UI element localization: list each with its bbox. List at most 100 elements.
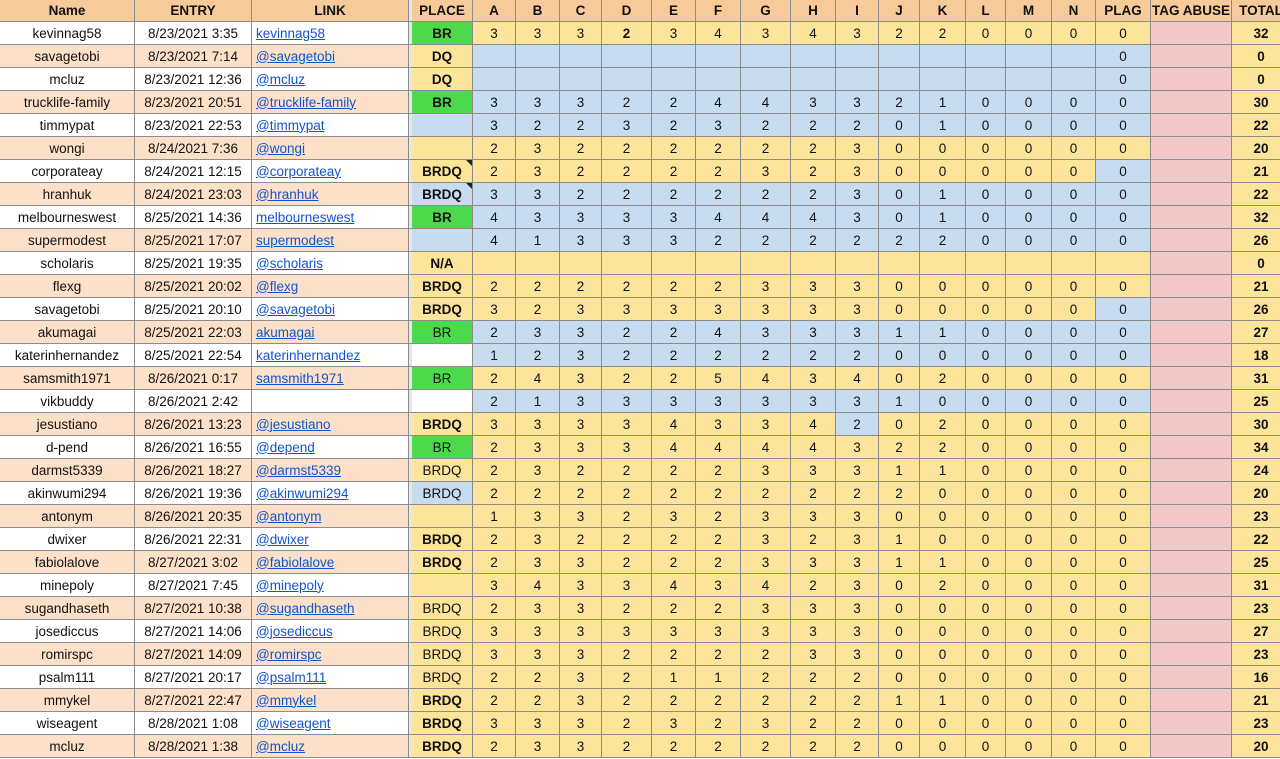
cell-score-g[interactable]: 3 bbox=[741, 321, 791, 344]
cell-tag-abuse[interactable] bbox=[1151, 275, 1232, 298]
cell-score-f[interactable]: 5 bbox=[696, 367, 741, 390]
header-plag[interactable]: PLAG bbox=[1096, 0, 1151, 22]
cell-score-c[interactable]: 3 bbox=[560, 390, 602, 413]
cell-score-f[interactable]: 3 bbox=[696, 413, 741, 436]
header-score-m[interactable]: M bbox=[1006, 0, 1052, 22]
cell-score-f[interactable]: 2 bbox=[696, 137, 741, 160]
cell-score-f[interactable]: 2 bbox=[696, 689, 741, 712]
cell-score-e[interactable]: 1 bbox=[652, 666, 696, 689]
cell-place[interactable]: BRDQ bbox=[412, 643, 473, 666]
cell-score-l[interactable]: 0 bbox=[966, 137, 1006, 160]
cell-score-a[interactable]: 2 bbox=[473, 689, 516, 712]
cell-link[interactable]: @mcluz bbox=[252, 735, 409, 758]
cell-link[interactable]: @savagetobi bbox=[252, 45, 409, 68]
cell-score-c[interactable]: 3 bbox=[560, 712, 602, 735]
cell-link[interactable]: @mmykel bbox=[252, 689, 409, 712]
cell-score-h[interactable]: 3 bbox=[791, 91, 836, 114]
cell-score-k[interactable]: 2 bbox=[920, 413, 966, 436]
cell-score-a[interactable]: 2 bbox=[473, 275, 516, 298]
cell-score-h[interactable]: 2 bbox=[791, 482, 836, 505]
cell-score-l[interactable]: 0 bbox=[966, 321, 1006, 344]
cell-score-b[interactable]: 2 bbox=[516, 275, 560, 298]
cell-total[interactable]: 25 bbox=[1232, 551, 1280, 574]
cell-score-m[interactable]: 0 bbox=[1006, 689, 1052, 712]
cell-score-l[interactable] bbox=[966, 68, 1006, 91]
cell-link[interactable]: katerinhernandez bbox=[252, 344, 409, 367]
cell-score-f[interactable]: 3 bbox=[696, 390, 741, 413]
cell-score-g[interactable]: 2 bbox=[741, 666, 791, 689]
cell-score-k[interactable]: 2 bbox=[920, 574, 966, 597]
cell-score-m[interactable]: 0 bbox=[1006, 666, 1052, 689]
profile-link[interactable]: @wongi bbox=[256, 141, 305, 156]
cell-score-h[interactable]: 3 bbox=[791, 597, 836, 620]
cell-score-g[interactable]: 2 bbox=[741, 229, 791, 252]
cell-score-b[interactable]: 3 bbox=[516, 459, 560, 482]
cell-score-l[interactable]: 0 bbox=[966, 22, 1006, 45]
cell-score-e[interactable]: 2 bbox=[652, 183, 696, 206]
cell-total[interactable]: 0 bbox=[1232, 68, 1280, 91]
cell-score-h[interactable]: 2 bbox=[791, 735, 836, 758]
profile-link[interactable]: samsmith1971 bbox=[256, 371, 344, 386]
cell-score-h[interactable]: 2 bbox=[791, 183, 836, 206]
cell-plag[interactable]: 0 bbox=[1096, 114, 1151, 137]
cell-score-f[interactable]: 1 bbox=[696, 666, 741, 689]
cell-entry[interactable]: 8/26/2021 18:27 bbox=[135, 459, 252, 482]
cell-score-b[interactable]: 2 bbox=[516, 666, 560, 689]
cell-plag[interactable]: 0 bbox=[1096, 574, 1151, 597]
cell-score-k[interactable]: 0 bbox=[920, 344, 966, 367]
profile-link[interactable]: @mcluz bbox=[256, 739, 305, 754]
cell-total[interactable]: 20 bbox=[1232, 735, 1280, 758]
cell-tag-abuse[interactable] bbox=[1151, 505, 1232, 528]
cell-score-e[interactable]: 2 bbox=[652, 114, 696, 137]
header-score-j[interactable]: J bbox=[879, 0, 920, 22]
cell-score-h[interactable]: 3 bbox=[791, 643, 836, 666]
cell-score-n[interactable]: 0 bbox=[1052, 91, 1096, 114]
cell-total[interactable]: 30 bbox=[1232, 413, 1280, 436]
cell-score-f[interactable]: 3 bbox=[696, 574, 741, 597]
cell-score-n[interactable]: 0 bbox=[1052, 413, 1096, 436]
cell-tag-abuse[interactable] bbox=[1151, 436, 1232, 459]
cell-score-m[interactable]: 0 bbox=[1006, 160, 1052, 183]
cell-score-g[interactable]: 3 bbox=[741, 298, 791, 321]
cell-plag[interactable]: 0 bbox=[1096, 321, 1151, 344]
cell-score-i[interactable]: 3 bbox=[836, 643, 879, 666]
profile-link[interactable]: @antonym bbox=[256, 509, 321, 524]
cell-score-g[interactable]: 3 bbox=[741, 620, 791, 643]
cell-score-l[interactable]: 0 bbox=[966, 183, 1006, 206]
cell-total[interactable]: 34 bbox=[1232, 436, 1280, 459]
cell-score-g[interactable]: 2 bbox=[741, 137, 791, 160]
cell-score-l[interactable]: 0 bbox=[966, 551, 1006, 574]
cell-score-m[interactable]: 0 bbox=[1006, 551, 1052, 574]
cell-plag[interactable]: 0 bbox=[1096, 45, 1151, 68]
cell-score-c[interactable]: 3 bbox=[560, 735, 602, 758]
cell-score-n[interactable] bbox=[1052, 45, 1096, 68]
cell-place[interactable] bbox=[412, 390, 473, 413]
cell-score-a[interactable]: 3 bbox=[473, 91, 516, 114]
cell-link[interactable]: @psalm111 bbox=[252, 666, 409, 689]
cell-plag[interactable]: 0 bbox=[1096, 597, 1151, 620]
cell-score-a[interactable]: 2 bbox=[473, 459, 516, 482]
cell-tag-abuse[interactable] bbox=[1151, 459, 1232, 482]
cell-plag[interactable]: 0 bbox=[1096, 344, 1151, 367]
cell-score-j[interactable]: 0 bbox=[879, 712, 920, 735]
cell-place[interactable]: BRDQ bbox=[412, 298, 473, 321]
cell-score-m[interactable]: 0 bbox=[1006, 735, 1052, 758]
cell-score-j[interactable]: 1 bbox=[879, 689, 920, 712]
cell-name[interactable]: mcluz bbox=[0, 68, 135, 91]
cell-score-a[interactable]: 2 bbox=[473, 482, 516, 505]
cell-total[interactable]: 16 bbox=[1232, 666, 1280, 689]
cell-score-a[interactable]: 3 bbox=[473, 620, 516, 643]
cell-name[interactable]: darmst5339 bbox=[0, 459, 135, 482]
cell-score-l[interactable]: 0 bbox=[966, 413, 1006, 436]
cell-link[interactable]: @akinwumi294 bbox=[252, 482, 409, 505]
cell-score-d[interactable]: 2 bbox=[602, 344, 652, 367]
cell-score-g[interactable]: 3 bbox=[741, 712, 791, 735]
cell-tag-abuse[interactable] bbox=[1151, 390, 1232, 413]
cell-score-i[interactable]: 3 bbox=[836, 574, 879, 597]
profile-link[interactable]: @dwixer bbox=[256, 532, 309, 547]
cell-score-d[interactable]: 2 bbox=[602, 597, 652, 620]
cell-plag[interactable]: 0 bbox=[1096, 666, 1151, 689]
cell-score-h[interactable]: 3 bbox=[791, 505, 836, 528]
cell-name[interactable]: akinwumi294 bbox=[0, 482, 135, 505]
cell-score-f[interactable]: 2 bbox=[696, 275, 741, 298]
